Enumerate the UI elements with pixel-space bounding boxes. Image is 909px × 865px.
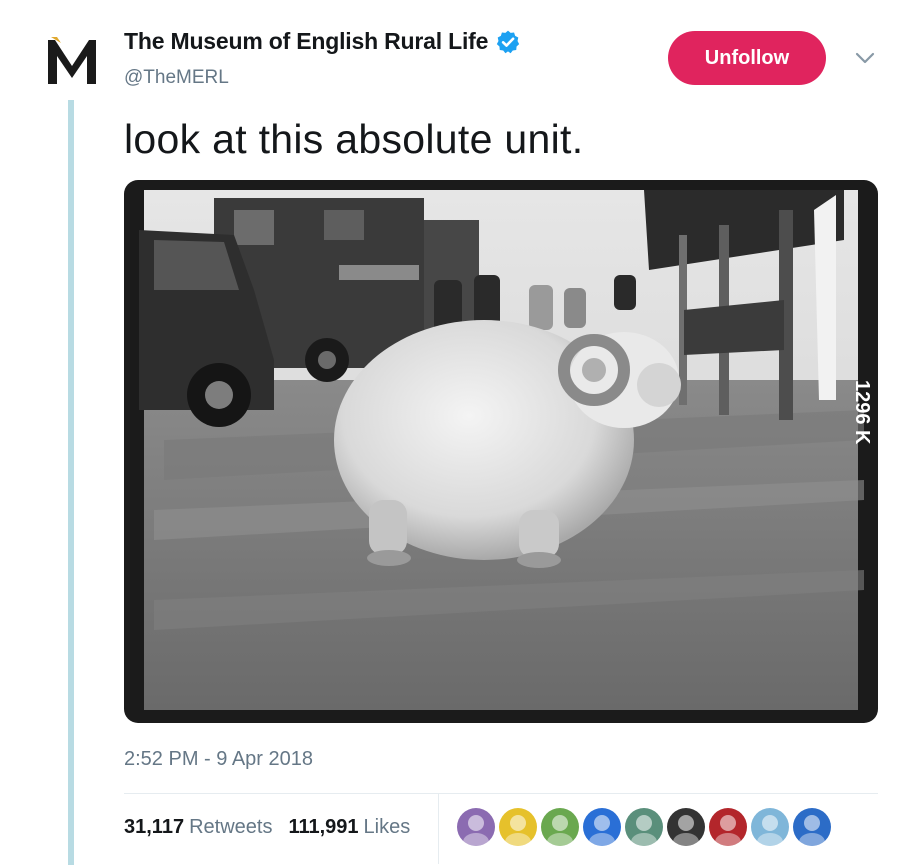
anime-character-avatar[interactable] — [625, 808, 663, 846]
engagement-stats: 31,117 Retweets 111,991 Likes — [124, 816, 426, 839]
chevron-down-icon[interactable] — [852, 48, 878, 68]
blue-hair-avatar[interactable] — [583, 808, 621, 846]
red-dark-avatar-icon — [715, 815, 741, 846]
retweets-count: 31,117 — [124, 816, 185, 838]
negative-mark-text: 1296 K — [851, 380, 873, 445]
cartoon-man-avatar-icon — [547, 815, 573, 846]
purple-girl-avatar[interactable] — [457, 808, 495, 846]
whale-avatar[interactable] — [751, 808, 789, 846]
verified-badge-icon — [497, 30, 520, 53]
stats-separator — [438, 794, 439, 864]
profile-avatar[interactable] — [44, 34, 100, 90]
blue-hair-avatar-icon — [589, 815, 615, 846]
merl-logo-icon — [44, 34, 100, 90]
tweet-timestamp[interactable]: 2:52 PM - 9 Apr 2018 — [124, 748, 313, 771]
retweets-stat[interactable]: 31,117 Retweets — [124, 816, 272, 839]
likes-stat[interactable]: 111,991 Likes — [288, 816, 410, 839]
likes-count: 111,991 — [288, 816, 359, 838]
cartoon-man-avatar[interactable] — [541, 808, 579, 846]
unfollow-button[interactable]: Unfollow — [668, 31, 826, 85]
retweets-label: Retweets — [189, 816, 273, 838]
chips-ahoy-avatar[interactable] — [793, 808, 831, 846]
ram-photo-image: 1296 K — [124, 180, 878, 723]
conversation-thread-line — [68, 100, 74, 865]
author-name-row[interactable]: The Museum of English Rural Life — [124, 28, 521, 55]
stats-divider-top — [124, 793, 878, 794]
chips-ahoy-avatar-icon — [799, 815, 825, 846]
likes-label: Likes — [363, 816, 411, 838]
author-handle[interactable]: @TheMERL — [124, 67, 229, 89]
liker-avatars — [457, 808, 835, 846]
dark-portrait-avatar[interactable] — [667, 808, 705, 846]
author-display-name[interactable]: The Museum of English Rural Life — [124, 28, 488, 55]
yellow-character-avatar[interactable] — [499, 808, 537, 846]
anime-character-avatar-icon — [631, 815, 657, 846]
tweet-text: look at this absolute unit. — [124, 116, 584, 162]
dark-portrait-avatar-icon — [673, 815, 699, 846]
whale-avatar-icon — [757, 815, 783, 846]
purple-girl-avatar-icon — [463, 815, 489, 846]
red-dark-avatar[interactable] — [709, 808, 747, 846]
yellow-character-avatar-icon — [505, 815, 531, 846]
tweet-photo[interactable]: 1296 K — [124, 180, 878, 723]
